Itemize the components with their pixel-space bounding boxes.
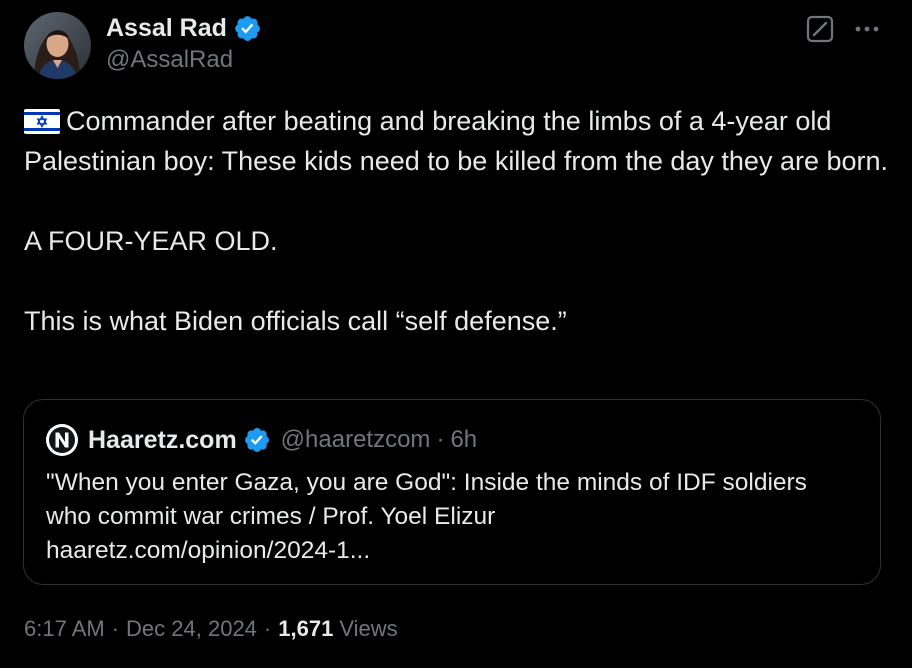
author-handle[interactable]: @AssalRad — [106, 46, 233, 74]
israel-flag-icon — [24, 105, 60, 134]
meta-separator-2: · — [263, 616, 272, 641]
meta-separator: · — [111, 616, 120, 641]
tweet-paragraph-1-text: Commander after beating and breaking the… — [24, 106, 889, 176]
haaretz-logo-icon[interactable] — [46, 424, 78, 456]
quoted-verified-badge-icon — [243, 426, 271, 454]
tweet-paragraph-2: A FOUR-YEAR OLD. — [24, 226, 278, 256]
author-display-name[interactable]: Assal Rad — [106, 14, 227, 43]
tweet-meta: 6:17 AM · Dec 24, 2024 · 1,671 Views — [24, 616, 398, 642]
quoted-tweet-card[interactable]: Haaretz.com @haaretzcom · 6h "When you e… — [23, 399, 881, 585]
more-icon — [855, 26, 879, 32]
tweet: Assal Rad @AssalRad Commander after beat… — [0, 0, 912, 668]
grok-icon — [806, 15, 834, 43]
quoted-author-name[interactable]: Haaretz.com — [88, 426, 237, 455]
views-label: Views — [339, 616, 398, 641]
quoted-tweet-text: "When you enter Gaza, you are God": Insi… — [46, 466, 866, 568]
quoted-timestamp[interactable]: 6h — [450, 426, 477, 454]
quoted-link[interactable]: haaretz.com/opinion/2024-1... — [46, 534, 866, 568]
tweet-text: Commander after beating and breaking the… — [24, 101, 894, 341]
quoted-author-handle[interactable]: @haaretzcom — [281, 426, 431, 454]
grok-button[interactable] — [805, 14, 835, 44]
quoted-text-line-1: "When you enter Gaza, you are God": Insi… — [46, 469, 807, 496]
author-name-row: Assal Rad — [106, 12, 262, 44]
views-count[interactable]: 1,671 — [278, 616, 333, 642]
quoted-separator: · — [436, 426, 445, 453]
tweet-time[interactable]: 6:17 AM — [24, 616, 105, 642]
tweet-paragraph-3: This is what Biden officials call “self … — [24, 306, 567, 336]
more-button[interactable] — [852, 14, 882, 44]
quoted-tweet-header: Haaretz.com @haaretzcom · 6h — [46, 424, 477, 456]
avatar-image — [24, 12, 91, 79]
tweet-paragraph-1: Commander after beating and breaking the… — [24, 101, 894, 181]
author-avatar[interactable] — [24, 12, 91, 79]
tweet-date[interactable]: Dec 24, 2024 — [126, 616, 257, 642]
quoted-text-line-2: who commit war crimes / Prof. Yoel Elizu… — [46, 503, 496, 530]
verified-badge-icon[interactable] — [233, 14, 262, 43]
